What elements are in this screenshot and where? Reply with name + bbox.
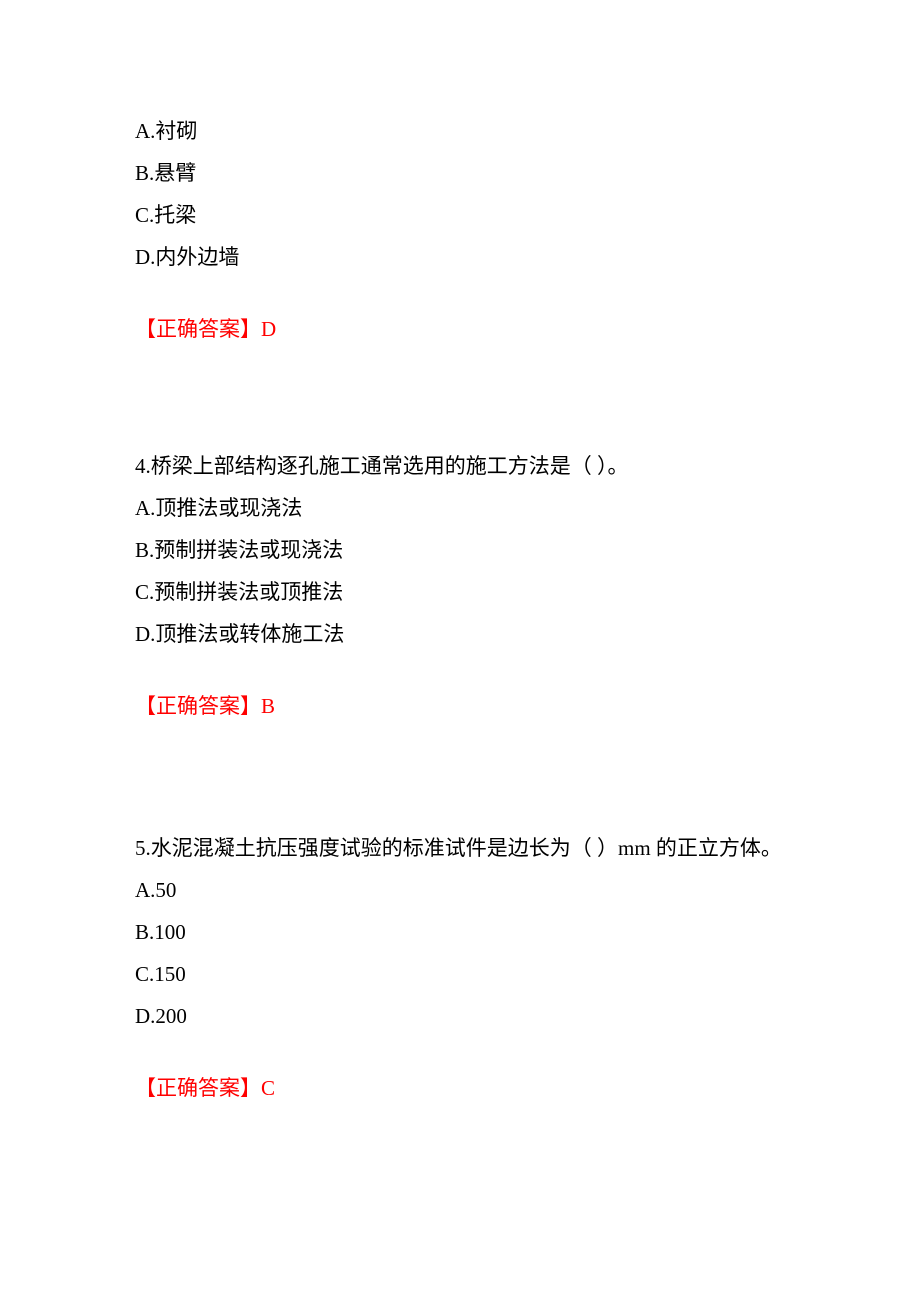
q3-option-c: C.托梁 [135,194,790,236]
q3-option-b: B.悬臂 [135,152,790,194]
q3-option-d: D.内外边墙 [135,236,790,278]
q4-answer: 【正确答案】B [135,685,790,727]
question-5: 5.水泥混凝土抗压强度试验的标准试件是边长为（ ）mm 的正立方体。 A.50 … [135,827,790,1109]
q3-answer: 【正确答案】D [135,308,790,350]
question-4: 4.桥梁上部结构逐孔施工通常选用的施工方法是（ ）。 A.顶推法或现浇法 B.预… [135,445,790,727]
q5-option-c: C.150 [135,953,790,995]
q4-stem: 4.桥梁上部结构逐孔施工通常选用的施工方法是（ ）。 [135,445,790,487]
question-3-partial: A.衬砌 B.悬臂 C.托梁 D.内外边墙 【正确答案】D [135,110,790,350]
q5-option-a: A.50 [135,869,790,911]
q5-option-d: D.200 [135,995,790,1037]
q5-option-b: B.100 [135,911,790,953]
q5-answer: 【正确答案】C [135,1067,790,1109]
q4-option-b: B.预制拼装法或现浇法 [135,529,790,571]
q4-option-a: A.顶推法或现浇法 [135,487,790,529]
q4-option-d: D.顶推法或转体施工法 [135,613,790,655]
q3-option-a: A.衬砌 [135,110,790,152]
q4-option-c: C.预制拼装法或顶推法 [135,571,790,613]
q5-stem: 5.水泥混凝土抗压强度试验的标准试件是边长为（ ）mm 的正立方体。 [135,827,790,869]
